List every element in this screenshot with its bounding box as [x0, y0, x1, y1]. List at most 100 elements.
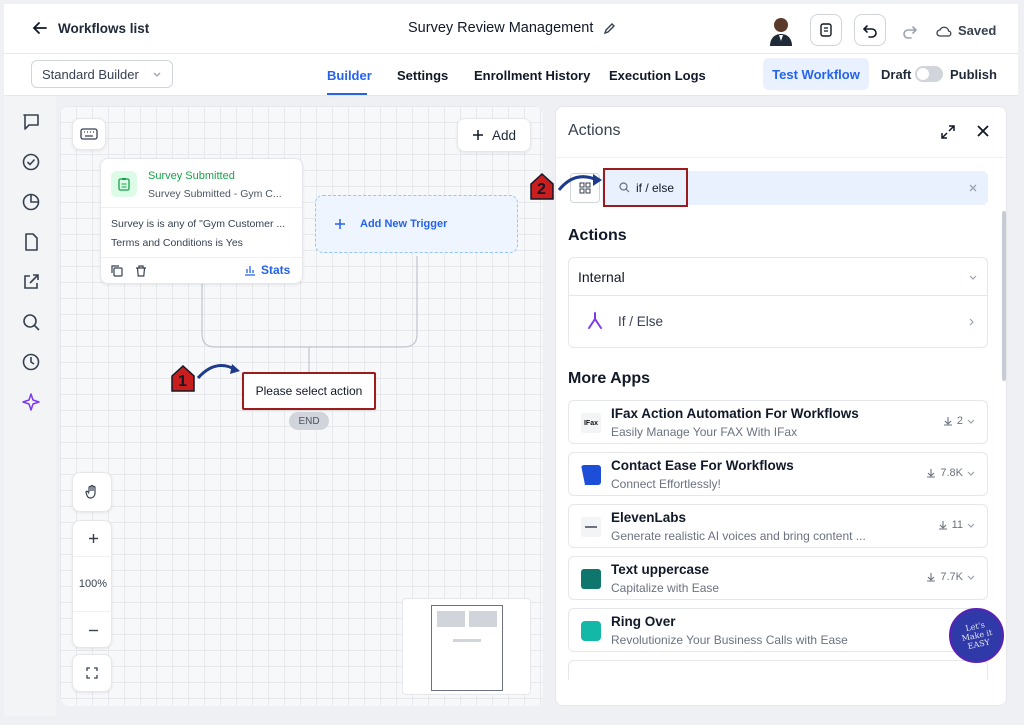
expand-icon — [86, 667, 98, 679]
trigger-title: Survey Submitted — [148, 170, 235, 182]
file-icon[interactable] — [21, 232, 41, 252]
select-action-label: Please select action — [255, 384, 363, 398]
watermark-badge: Let's Make it EASY — [949, 608, 1004, 663]
app-item[interactable] — [568, 660, 988, 680]
search-input-callout[interactable]: if / else — [603, 168, 688, 207]
plus-icon — [88, 534, 98, 543]
trigger-card[interactable]: Survey Submitted Survey Submitted - Gym … — [100, 158, 303, 284]
tab-enrollment-history[interactable]: Enrollment History — [474, 67, 590, 85]
check-circle-icon[interactable] — [21, 152, 41, 172]
app-count: 7.8K — [940, 467, 963, 479]
app-description: Generate realistic AI voices and bring c… — [611, 529, 866, 543]
tab-active-underline — [327, 93, 367, 95]
ifax-logo-icon: IFax — [581, 413, 601, 433]
document-button[interactable] — [810, 14, 842, 46]
search-icon[interactable] — [21, 312, 41, 332]
close-icon[interactable] — [976, 124, 990, 138]
arrow-left-icon — [32, 22, 47, 34]
stats-label: Stats — [261, 263, 291, 277]
if-else-item[interactable]: If / Else — [569, 296, 987, 347]
tab-settings[interactable]: Settings — [397, 67, 448, 85]
download-icon — [927, 573, 936, 582]
zoom-level: 100% — [78, 578, 108, 590]
chevron-down-icon — [967, 471, 975, 476]
zoom-out-button[interactable] — [73, 611, 113, 649]
app-item[interactable]: ElevenLabs Generate realistic AI voices … — [568, 504, 988, 548]
app-install-count: 7.7K — [926, 571, 975, 583]
app-name: Text uppercase — [611, 562, 710, 577]
search-input-value: if / else — [636, 180, 675, 195]
app-name: Contact Ease For Workflows — [611, 458, 794, 473]
trigger-condition-2: Terms and Conditions is Yes — [111, 237, 243, 249]
saved-status: Saved — [936, 23, 996, 38]
tab-execution-logs[interactable]: Execution Logs — [609, 67, 706, 85]
app-count: 2 — [956, 415, 963, 427]
end-label: END — [298, 415, 320, 427]
plus-icon — [335, 219, 345, 229]
step-marker-1-label: 1 — [178, 373, 187, 390]
redo-button[interactable] — [902, 23, 918, 39]
watermark-text: Let's Make it EASY — [960, 620, 993, 652]
clear-icon[interactable] — [969, 184, 977, 192]
chevron-down-icon — [967, 523, 975, 528]
trigger-condition-1: Survey is is any of "Gym Customer ... — [111, 218, 286, 230]
avatar[interactable] — [768, 16, 794, 46]
section-more-apps-heading: More Apps — [568, 370, 651, 387]
app-install-count: 11 — [938, 519, 975, 531]
app-item[interactable]: Ring Over Revolutionize Your Business Ca… — [568, 608, 988, 652]
elevenlabs-logo-icon — [581, 517, 601, 537]
chat-icon[interactable] — [21, 112, 41, 132]
app-item[interactable]: Contact Ease For Workflows Connect Effor… — [568, 452, 988, 496]
app-name: ElevenLabs — [611, 510, 687, 525]
app-count: 7.7K — [940, 571, 963, 583]
step-marker-2: 2 — [529, 172, 555, 200]
bar-chart-icon — [245, 266, 255, 276]
internal-group-header[interactable]: Internal — [569, 258, 987, 296]
add-trigger-label: Add New Trigger — [360, 218, 448, 230]
sparkle-icon[interactable] — [21, 392, 41, 412]
pie-chart-icon[interactable] — [21, 192, 41, 212]
workflow-title: Survey Review Management — [408, 20, 594, 36]
publish-toggle[interactable] — [915, 66, 943, 82]
workflow-canvas[interactable]: Add Survey Submitted Survey Submitted - … — [60, 106, 543, 706]
tab-execution-label: Execution Logs — [609, 68, 706, 83]
zoom-in-button[interactable] — [73, 521, 113, 557]
pencil-icon[interactable] — [603, 21, 617, 35]
expand-icon[interactable] — [940, 124, 956, 140]
panel-scrollbar[interactable] — [1002, 211, 1006, 381]
chevron-right-icon — [969, 318, 974, 326]
pan-button[interactable] — [72, 472, 112, 512]
document-icon — [820, 23, 832, 37]
history-icon[interactable] — [21, 352, 41, 372]
fit-view-button[interactable] — [72, 654, 112, 692]
back-link[interactable]: Workflows list — [32, 20, 149, 36]
trigger-subtitle: Survey Submitted - Gym C... — [148, 188, 282, 200]
back-link-label: Workflows list — [58, 20, 150, 36]
app-description: Connect Effortlessly! — [611, 477, 721, 491]
undo-button[interactable] — [854, 14, 886, 46]
if-else-label: If / Else — [618, 314, 664, 329]
trash-icon[interactable] — [135, 265, 147, 277]
app-item[interactable]: Text uppercase Capitalize with Ease 7.7K — [568, 556, 988, 600]
builder-select[interactable]: Standard Builder — [31, 60, 173, 88]
arrow-icon — [196, 364, 240, 380]
redo-icon — [903, 26, 918, 39]
chevron-down-icon — [969, 275, 977, 280]
sub-bar: Standard Builder Builder Settings Enroll… — [4, 54, 1018, 96]
app-description: Easily Manage Your FAX With IFax — [611, 425, 798, 439]
stats-button[interactable]: Stats — [244, 263, 290, 277]
contact-ease-logo-icon — [581, 465, 601, 485]
draft-label: Draft — [881, 67, 912, 82]
tab-builder[interactable]: Builder — [327, 67, 372, 95]
download-icon — [938, 521, 947, 530]
app-item[interactable]: IFax IFax Action Automation For Workflow… — [568, 400, 988, 444]
ring-over-logo-icon — [581, 621, 601, 641]
add-trigger-card[interactable]: Add New Trigger — [315, 195, 518, 253]
hand-icon — [85, 484, 96, 499]
select-action-box[interactable]: Please select action — [242, 372, 376, 410]
download-icon — [927, 469, 936, 478]
external-link-icon[interactable] — [21, 272, 41, 292]
minimap[interactable] — [402, 598, 531, 695]
copy-icon[interactable] — [111, 265, 123, 277]
test-workflow-button[interactable]: Test Workflow — [763, 58, 869, 90]
